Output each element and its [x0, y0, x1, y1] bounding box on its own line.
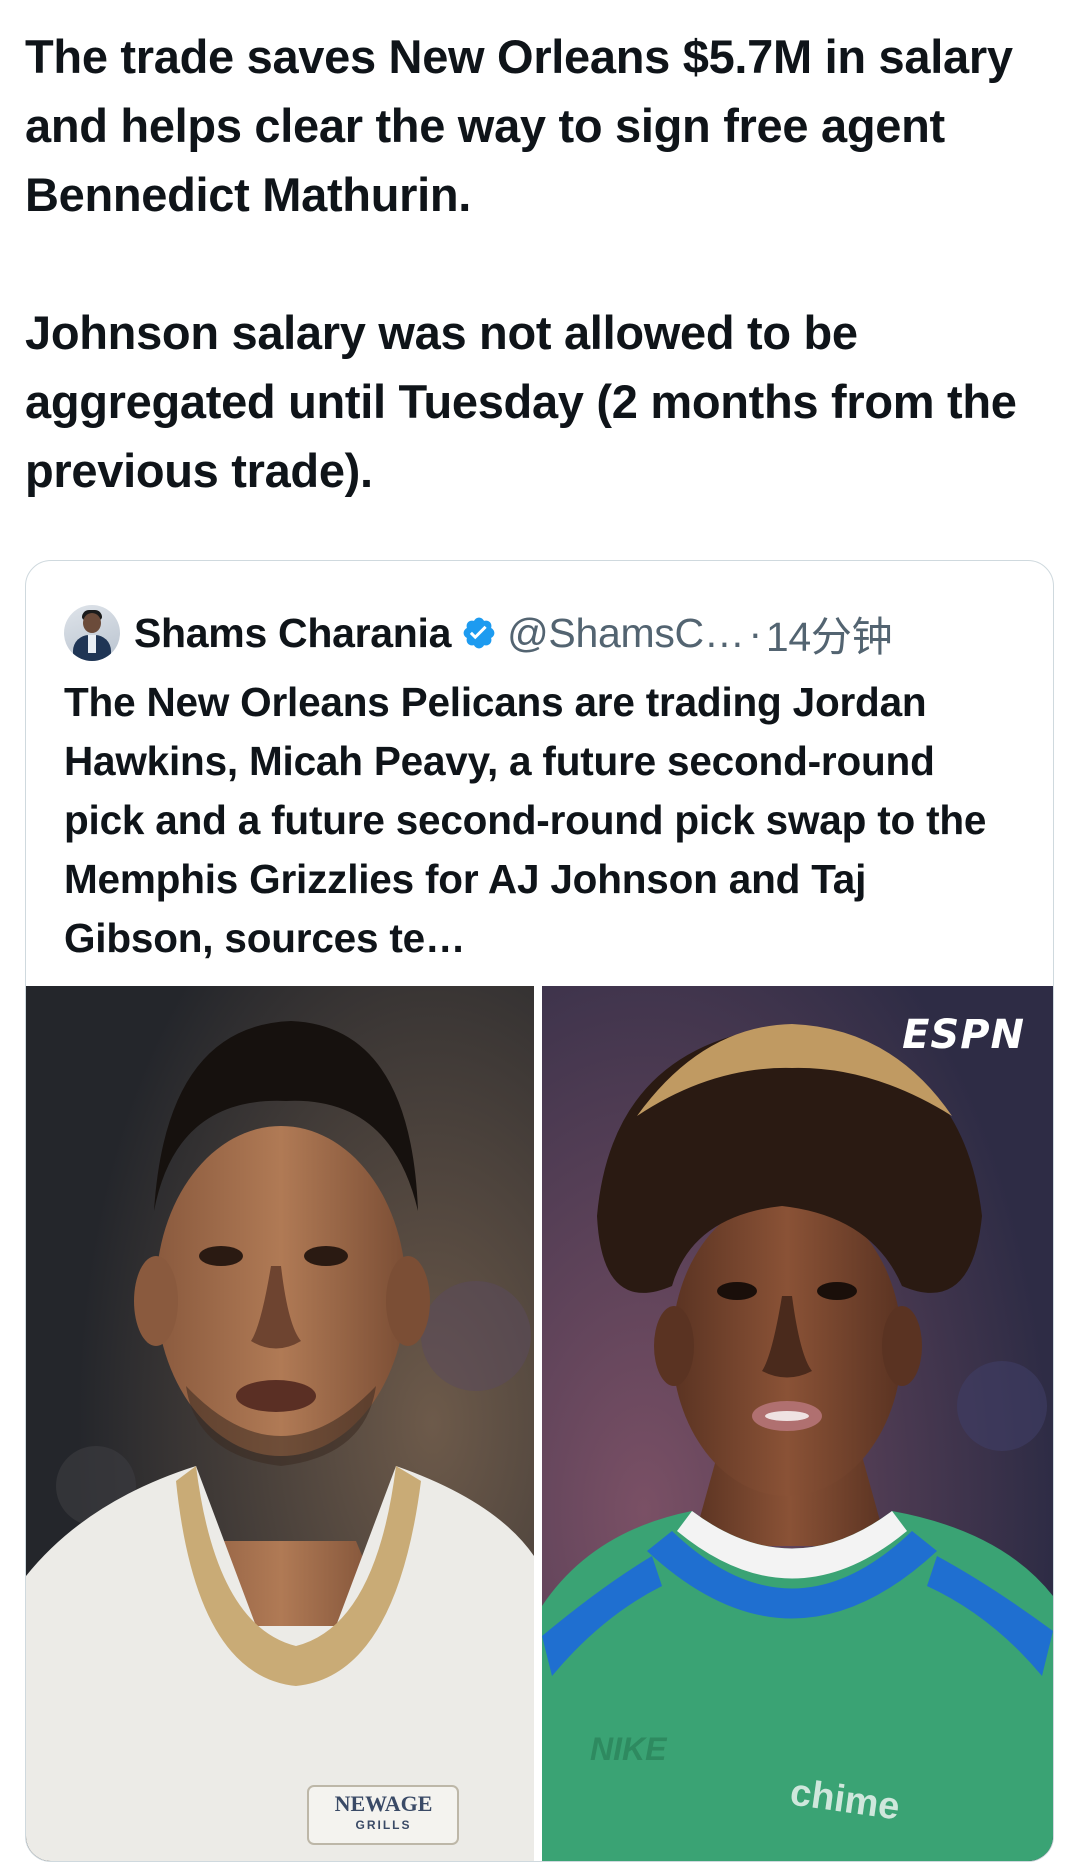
espn-watermark: ESPN [902, 1012, 1025, 1058]
avatar[interactable] [64, 605, 120, 661]
quoted-tweet-media[interactable]: NEWAGE GRILLS ESPN chime NIKE [26, 986, 1053, 1861]
quoted-tweet-text: The New Orleans Pelicans are trading Jor… [64, 679, 987, 961]
jersey-sponsor-sub-left: GRILLS [355, 1818, 412, 1832]
verified-badge-icon [463, 617, 495, 649]
post-text: The trade saves New Orleans $5.7M in sal… [25, 22, 1055, 505]
jersey-brand-right: NIKE [590, 1731, 667, 1767]
player-illustration-right [542, 986, 1053, 1861]
quoted-tweet-header: Shams Charania @ShamsC… · 14分钟 [64, 603, 893, 663]
jersey-sponsor-left: NEWAGE [334, 1791, 433, 1816]
author-handle[interactable]: @ShamsC… [507, 610, 745, 657]
post-paragraph-1: The trade saves New Orleans $5.7M in sal… [25, 30, 1013, 221]
quoted-tweet-card[interactable]: Shams Charania @ShamsC… · 14分钟 The New O… [25, 560, 1054, 1862]
post-paragraph-2: Johnson salary was not allowed to be agg… [25, 306, 1017, 497]
player-illustration-left [26, 986, 534, 1861]
author-name[interactable]: Shams Charania [134, 610, 451, 657]
meta-separator: · [748, 609, 763, 656]
post-timestamp[interactable]: 14分钟 [766, 603, 893, 663]
player-photo-right[interactable]: ESPN chime NIKE [542, 986, 1053, 1861]
player-photo-left[interactable]: NEWAGE GRILLS [26, 986, 534, 1861]
